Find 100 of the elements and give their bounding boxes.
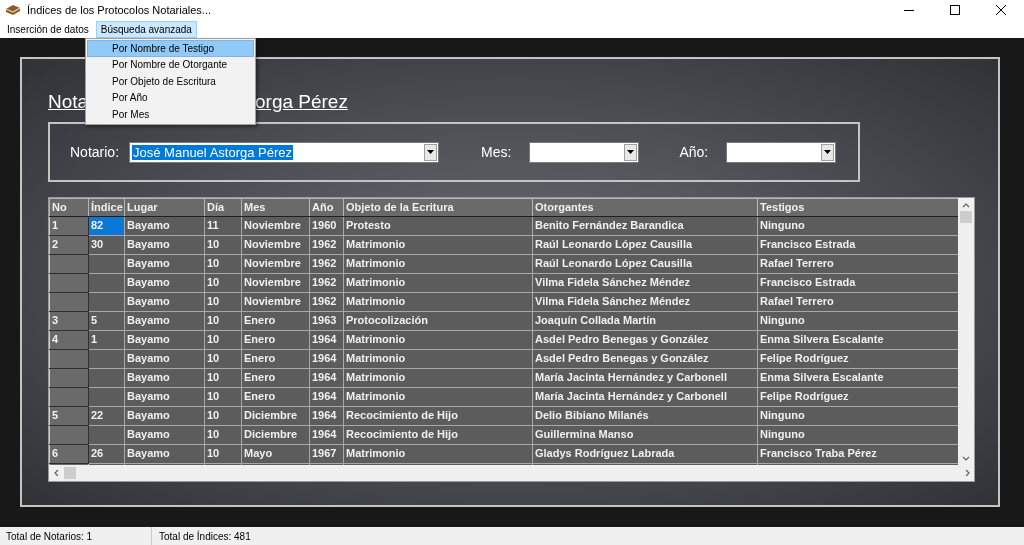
table-cell: 1960 [309, 216, 344, 235]
table-cell: Bayamo [124, 216, 205, 235]
table-cell: 10 [204, 406, 242, 425]
table-cell: 1963 [309, 311, 344, 330]
table-cell: Diciembre [241, 406, 310, 425]
table-cell: María Jacinta Hernández y Carbonell [532, 387, 758, 406]
table-cell: Bayamo [124, 311, 205, 330]
table-cell: Enero [241, 311, 310, 330]
table-cell: Diciembre [241, 425, 310, 444]
table-cell: Protesto [343, 216, 533, 235]
window-title: Índices de los Protocolos Notariales... [27, 2, 212, 18]
table-cell: Matrimonio [343, 349, 533, 368]
table-cell: Recocimiento de Hijo [343, 425, 533, 444]
dropdown-arrow-icon[interactable] [824, 150, 832, 154]
table-cell: María Jacinta Hernández y Carbonell [532, 368, 758, 387]
table-cell: 1967 [309, 444, 344, 463]
table-cell: Bayamo [124, 273, 205, 292]
field-label: Año: [679, 142, 709, 162]
table-cell: Vilma Fidela Sánchez Méndez [532, 273, 758, 292]
table-cell: Noviembre [241, 292, 310, 311]
table-cell: Vilma Fidela Sánchez Méndez [532, 292, 758, 311]
column-header[interactable]: Lugar [124, 198, 205, 216]
table-cell: Guillermina Manso [532, 425, 758, 444]
table-cell: 10 [204, 425, 242, 444]
book-icon [5, 4, 21, 16]
table-cell: 5 [88, 311, 125, 330]
table-cell: 10 [204, 254, 242, 273]
table-cell: Matrimonio [343, 444, 533, 463]
table-cell: 10 [204, 368, 242, 387]
table-cell: Bayamo [124, 444, 205, 463]
table-cell: Asdel Pedro Benegas y González [532, 349, 758, 368]
column-header[interactable]: Otorgantes [532, 198, 758, 216]
horizontal-scrollbar[interactable] [49, 465, 974, 481]
table-cell: 1964 [309, 425, 344, 444]
table-cell: Mayo [241, 444, 310, 463]
dropdown-arrow-icon[interactable] [627, 150, 635, 154]
column-header[interactable]: Testigos [757, 198, 960, 216]
table-cell: Bayamo [124, 235, 205, 254]
table-cell: 22 [88, 406, 125, 425]
table-cell: 10 [204, 311, 242, 330]
table-cell: 11 [204, 216, 242, 235]
close-icon[interactable] [996, 5, 1006, 15]
vertical-scrollbar[interactable] [958, 198, 974, 466]
menu-item[interactable]: Inserción de datos [2, 20, 94, 38]
combo-box[interactable] [726, 141, 837, 163]
maximize-icon[interactable] [950, 5, 960, 15]
column-header[interactable]: Día [204, 198, 242, 216]
menu-item[interactable]: Por Mes [87, 106, 254, 123]
table-cell: 1962 [309, 273, 344, 292]
table-cell: 10 [204, 235, 242, 254]
scrollbar-thumb[interactable] [960, 211, 972, 223]
column-header[interactable]: No [49, 198, 89, 216]
scroll-up-icon[interactable] [962, 203, 970, 208]
column-header[interactable]: Mes [241, 198, 310, 216]
table-cell: Noviembre [241, 254, 310, 273]
menu-item[interactable]: Por Año [87, 89, 254, 106]
table-cell: 10 [204, 292, 242, 311]
table-cell: Gladys Rodríguez Labrada [532, 444, 758, 463]
status-text: Total de Índices: 481 [158, 529, 252, 544]
scroll-left-icon[interactable] [54, 469, 59, 477]
table-cell: Enero [241, 349, 310, 368]
menu-item[interactable]: Búsqueda avanzada [95, 20, 197, 38]
menu-item[interactable]: Por Nombre de Testigo [87, 40, 254, 57]
table-cell: Bayamo [124, 254, 205, 273]
table-cell: Bayamo [124, 425, 205, 444]
table-cell: 1964 [309, 368, 344, 387]
table-cell: Matrimonio [343, 330, 533, 349]
table-cell: 26 [88, 444, 125, 463]
table-cell: Benito Fernández Barandica [532, 216, 758, 235]
column-header[interactable]: Año [309, 198, 344, 216]
table-cell: 1962 [309, 235, 344, 254]
scroll-down-icon[interactable] [962, 456, 970, 461]
column-header[interactable]: Índice [88, 198, 125, 216]
table-cell: Asdel Pedro Benegas y González [532, 330, 758, 349]
table-cell: Enero [241, 387, 310, 406]
table-cell: Matrimonio [343, 387, 533, 406]
table-cell: Matrimonio [343, 292, 533, 311]
table-cell: 1964 [309, 349, 344, 368]
column-header[interactable]: Objeto de la Ecritura [343, 198, 533, 216]
combo-box[interactable] [529, 141, 640, 163]
table-cell: Enero [241, 330, 310, 349]
table-cell: 10 [204, 349, 242, 368]
table-cell: 1962 [309, 292, 344, 311]
table-cell: Matrimonio [343, 235, 533, 254]
menu-item[interactable]: Por Objeto de Escritura [87, 73, 254, 90]
table-cell: 10 [204, 330, 242, 349]
table-cell: Bayamo [124, 292, 205, 311]
table-cell: 1962 [309, 254, 344, 273]
table-cell: Bayamo [124, 349, 205, 368]
table-cell: Raúl Leonardo López Causilla [532, 254, 758, 273]
dropdown-arrow-icon[interactable] [427, 150, 435, 154]
combo-box[interactable]: José Manuel Astorga Pérez [129, 141, 440, 163]
table-cell: Matrimonio [343, 273, 533, 292]
menu-item[interactable]: Por Nombre de Otorgante [87, 56, 254, 73]
scroll-right-icon[interactable] [965, 469, 970, 477]
status-text: Total de Notarios: 1 [0, 527, 152, 545]
table-cell: 1964 [309, 387, 344, 406]
scrollbar-thumb[interactable] [64, 467, 76, 479]
table-cell: Bayamo [124, 368, 205, 387]
table-cell: Raúl Leonardo López Causilla [532, 235, 758, 254]
